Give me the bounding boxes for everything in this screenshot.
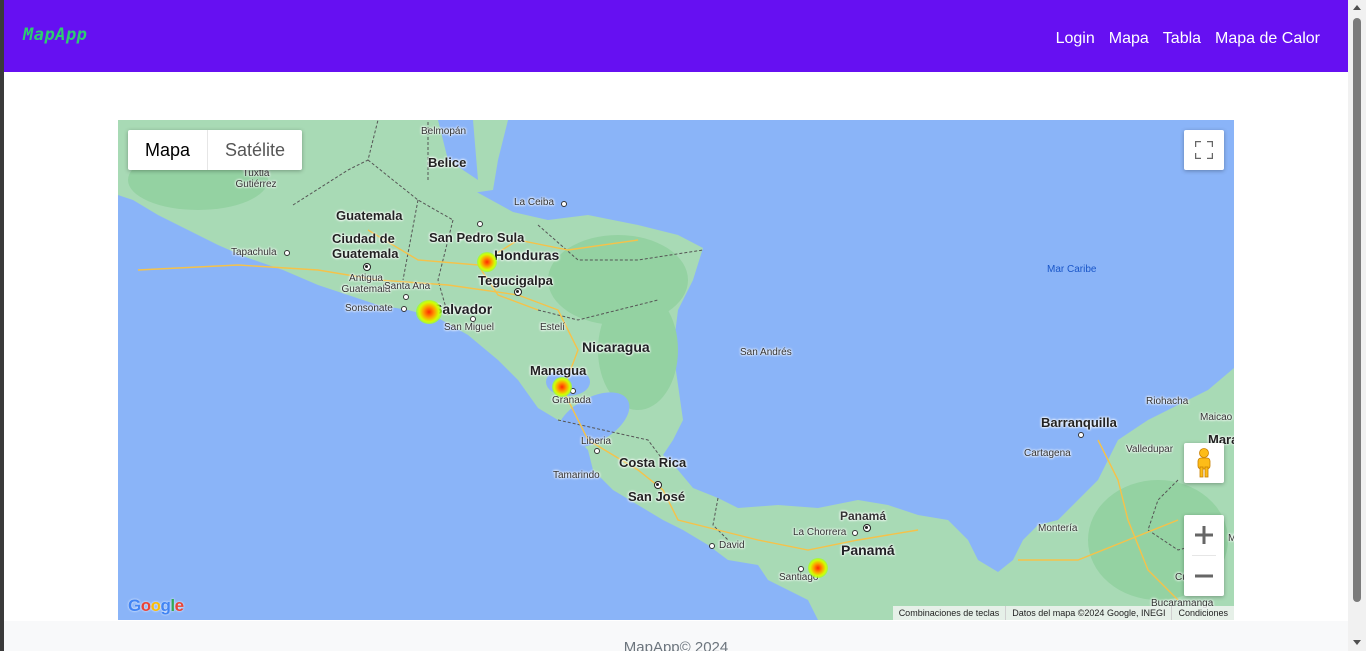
capital-marker	[654, 481, 662, 489]
city-dot	[470, 316, 476, 322]
label-tapachula: Tapachula	[231, 247, 277, 258]
nav-mapa-de-calor[interactable]: Mapa de Calor	[1215, 30, 1320, 48]
fullscreen-icon	[1195, 141, 1213, 159]
minus-icon	[1195, 574, 1213, 578]
plus-icon	[1195, 526, 1213, 544]
city-dot	[1078, 432, 1084, 438]
label-salvador: Salvador	[433, 301, 493, 317]
heat-point	[477, 252, 497, 272]
label-ciudad-guatemala: Ciudad de Guatemala	[332, 231, 399, 261]
map-type-mapa-button[interactable]: Mapa	[128, 130, 207, 170]
label-granada: Granada	[552, 395, 591, 406]
city-dot	[561, 201, 567, 207]
heat-point	[416, 300, 442, 324]
map-type-control: Mapa Satélite	[128, 130, 303, 170]
pegman-icon	[1197, 448, 1211, 478]
fullscreen-button[interactable]	[1184, 130, 1224, 170]
label-mar-caribe: Mar Caribe	[1047, 264, 1097, 275]
label-panama: Panamá	[841, 542, 895, 558]
nav-tabla[interactable]: Tabla	[1163, 30, 1201, 48]
brand-logo[interactable]: MapApp	[23, 25, 87, 45]
label-san-jose: San José	[628, 489, 686, 504]
zoom-control	[1184, 515, 1224, 596]
label-belice: Belice	[428, 155, 467, 170]
label-belmopan: Belmopán	[421, 126, 467, 137]
label-tamarindo: Tamarindo	[553, 470, 600, 481]
heat-point	[552, 377, 572, 397]
nav-mapa[interactable]: Mapa	[1109, 30, 1149, 48]
label-guatemala: Guatemala	[336, 208, 403, 223]
label-barranquilla: Barranquilla	[1041, 415, 1117, 430]
city-dot	[709, 543, 715, 549]
label-m: M	[1228, 533, 1234, 544]
app-window: MapApp Login Mapa Tabla Mapa de Calor Be…	[4, 0, 1348, 651]
label-costa-rica: Costa Rica	[619, 455, 687, 470]
label-riohacha: Riohacha	[1146, 396, 1189, 407]
label-monteria: Montería	[1038, 523, 1078, 534]
city-dot	[798, 566, 804, 572]
label-cartagena: Cartagena	[1024, 448, 1071, 459]
scroll-down-arrow[interactable]	[1353, 640, 1361, 645]
label-sonsonate: Sonsonate	[345, 303, 393, 314]
zoom-in-button[interactable]	[1184, 515, 1224, 555]
label-san-miguel: San Miguel	[444, 322, 495, 333]
city-dot	[401, 306, 407, 312]
city-dot	[403, 294, 409, 300]
city-dot	[852, 530, 858, 536]
scroll-thumb[interactable]	[1353, 18, 1361, 602]
label-honduras: Honduras	[494, 247, 560, 263]
label-tegucigalpa: Tegucigalpa	[478, 273, 553, 288]
footer: MapApp© 2024	[4, 621, 1348, 651]
navbar: MapApp Login Mapa Tabla Mapa de Calor	[4, 0, 1348, 72]
label-esteli: Estelí	[540, 322, 566, 333]
label-santa-ana: Santa Ana	[384, 281, 431, 292]
label-liberia: Liberia	[581, 436, 612, 447]
terms-link[interactable]: Condiciones	[1171, 606, 1234, 620]
capital-marker	[863, 524, 871, 532]
nav-login[interactable]: Login	[1056, 30, 1095, 48]
label-panama-city: Panamá	[840, 509, 887, 523]
label-san-pedro-sula: San Pedro Sula	[429, 230, 525, 245]
city-dot	[284, 250, 290, 256]
label-maicao: Maicao	[1200, 412, 1233, 423]
map-attribution: Combinaciones de teclas Datos del mapa ©…	[892, 606, 1234, 620]
label-la-ceiba: La Ceiba	[514, 197, 555, 208]
capital-marker	[514, 288, 522, 296]
google-logo: Google	[128, 596, 184, 615]
scroll-up-arrow[interactable]	[1353, 5, 1361, 10]
heat-point	[808, 558, 828, 578]
nav-links: Login Mapa Tabla Mapa de Calor	[1042, 30, 1320, 48]
street-view-button[interactable]	[1184, 443, 1224, 483]
label-david: David	[719, 540, 745, 551]
label-managua: Managua	[530, 363, 587, 378]
map-type-satelite-button[interactable]: Satélite	[207, 130, 302, 170]
map-data-text: Datos del mapa ©2024 Google, INEGI	[1005, 606, 1171, 620]
label-valledupar: Valledupar	[1126, 444, 1174, 455]
zoom-out-button[interactable]	[1184, 556, 1224, 596]
city-dot	[594, 448, 600, 454]
footer-text: MapApp© 2024	[623, 639, 729, 651]
heat-map[interactable]: Belmopán Belice Tuxtla Gutiérrez La Ceib…	[118, 120, 1234, 620]
label-san-andres: San Andrés	[740, 347, 792, 358]
page-scrollbar[interactable]	[1348, 0, 1366, 651]
label-la-chorrera: La Chorrera	[793, 527, 847, 538]
label-tuxtla: Tuxtla Gutiérrez	[235, 168, 277, 190]
capital-marker	[363, 263, 371, 271]
keyboard-shortcuts-link[interactable]: Combinaciones de teclas	[893, 606, 1006, 620]
map-basemap	[118, 120, 1234, 620]
city-dot	[477, 221, 483, 227]
label-nicaragua: Nicaragua	[582, 339, 650, 355]
